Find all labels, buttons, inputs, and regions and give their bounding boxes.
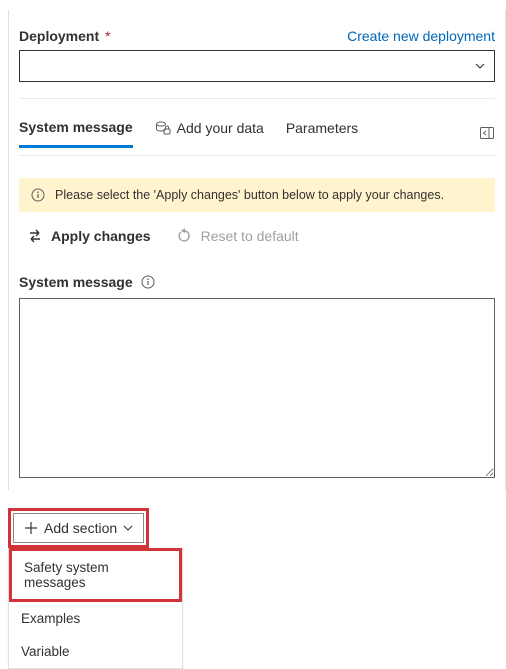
apply-changes-button[interactable]: Apply changes bbox=[27, 228, 151, 244]
tabs: System message Add your data Parameters bbox=[19, 111, 358, 155]
deployment-header: Deployment * Create new deployment bbox=[19, 28, 495, 44]
deployment-label: Deployment bbox=[19, 28, 99, 44]
tab-add-your-data-label: Add your data bbox=[177, 120, 264, 136]
deployment-panel: Deployment * Create new deployment Syste… bbox=[8, 10, 506, 490]
actions-row: Apply changes Reset to default bbox=[27, 228, 495, 244]
create-new-deployment-link[interactable]: Create new deployment bbox=[347, 28, 495, 44]
menu-item-examples[interactable]: Examples bbox=[9, 602, 182, 635]
required-marker: * bbox=[105, 28, 110, 44]
menu-item-variable[interactable]: Variable bbox=[9, 635, 182, 668]
add-section-label: Add section bbox=[44, 520, 117, 536]
tab-add-your-data[interactable]: Add your data bbox=[155, 120, 264, 146]
apply-changes-banner: Please select the 'Apply changes' button… bbox=[19, 178, 495, 212]
info-icon[interactable] bbox=[141, 275, 155, 289]
add-section-menu: Safety system messages Examples Variable bbox=[8, 548, 183, 669]
tab-system-message[interactable]: System message bbox=[19, 119, 133, 148]
apply-icon bbox=[27, 228, 43, 244]
add-section-button[interactable]: Add section bbox=[13, 513, 144, 543]
reset-label: Reset to default bbox=[201, 228, 299, 244]
data-lock-icon bbox=[155, 120, 171, 136]
info-icon bbox=[31, 188, 45, 202]
add-section-area: Add section Safety system messages Examp… bbox=[8, 508, 183, 669]
reset-icon bbox=[177, 228, 193, 244]
apply-label: Apply changes bbox=[51, 228, 151, 244]
highlight-add-section: Add section bbox=[8, 508, 149, 548]
deployment-label-group: Deployment * bbox=[19, 28, 110, 44]
plus-icon bbox=[24, 521, 38, 535]
divider bbox=[19, 98, 495, 99]
chevron-down-icon bbox=[123, 523, 133, 533]
chevron-down-icon bbox=[474, 60, 486, 72]
deployment-select[interactable] bbox=[19, 50, 495, 82]
tab-parameters[interactable]: Parameters bbox=[286, 120, 358, 146]
reset-to-default-button[interactable]: Reset to default bbox=[177, 228, 299, 244]
system-message-label-row: System message bbox=[19, 274, 495, 290]
system-message-textarea[interactable] bbox=[19, 298, 495, 478]
banner-text: Please select the 'Apply changes' button… bbox=[55, 188, 444, 202]
menu-item-safety-system-messages[interactable]: Safety system messages bbox=[9, 548, 182, 602]
tabs-row: System message Add your data Parameters bbox=[19, 111, 495, 156]
system-message-label: System message bbox=[19, 274, 133, 290]
collapse-panel-icon[interactable] bbox=[479, 125, 495, 141]
